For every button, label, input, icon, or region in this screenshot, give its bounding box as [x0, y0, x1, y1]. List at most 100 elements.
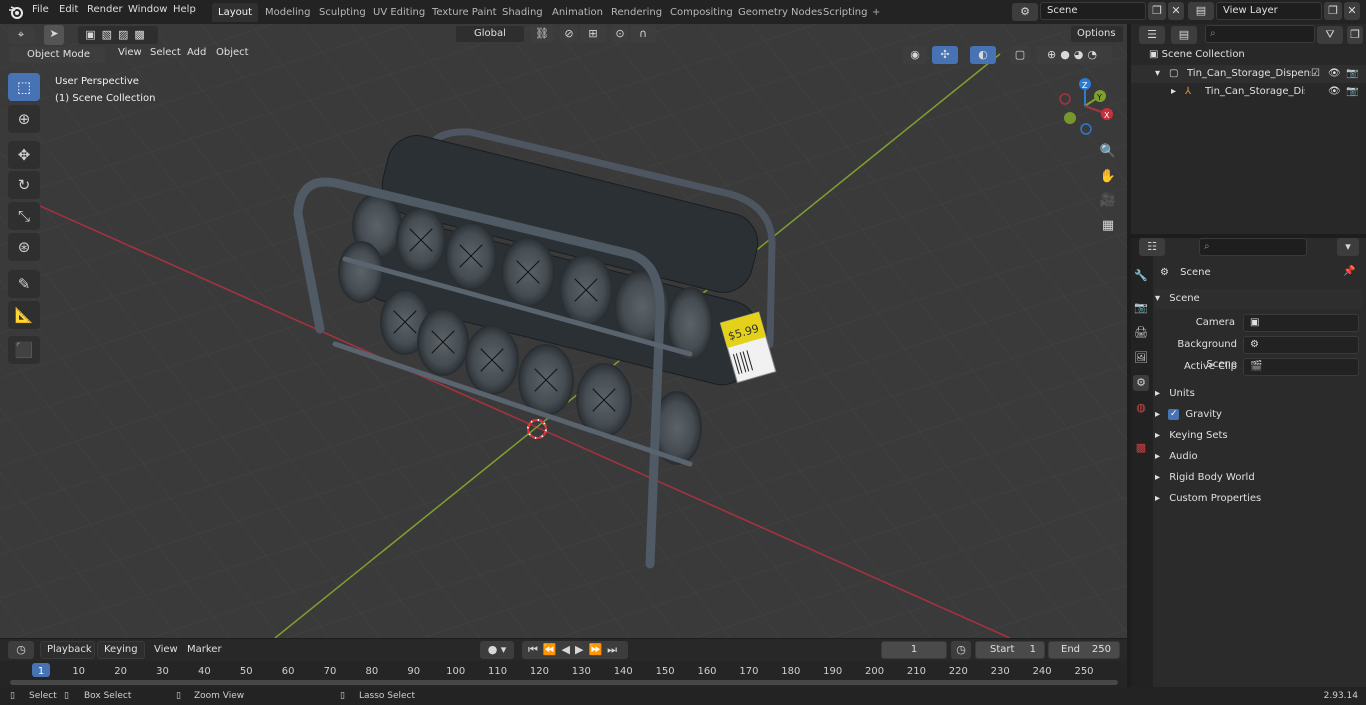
view-layer-tab-icon[interactable]: 🖼 — [1133, 350, 1149, 366]
properties-editor-icon[interactable]: ☷ — [1139, 238, 1165, 256]
options-dropdown[interactable]: Options — [1070, 25, 1124, 43]
proportional-edit-icon[interactable]: ⊙ — [612, 25, 628, 43]
blender-logo-icon[interactable] — [8, 4, 24, 20]
tool-cursor-icon[interactable]: ⊕ — [8, 105, 40, 133]
zoom-view-icon[interactable]: 🔍 — [1097, 141, 1119, 163]
end-frame-field[interactable]: End 250 — [1048, 641, 1120, 659]
tool-transform-icon[interactable]: ⊛ — [8, 233, 40, 261]
tab-shading[interactable]: Shading — [496, 3, 549, 22]
filter-icon[interactable]: ⛛ — [1317, 26, 1343, 44]
properties-options-icon[interactable]: ▾ — [1337, 238, 1359, 256]
keying-dropdown[interactable]: Keying — [97, 641, 145, 659]
camera-icon[interactable]: 📷 — [1346, 65, 1358, 83]
background-scene-field[interactable]: ⚙ — [1243, 336, 1359, 354]
outliner-row-collection[interactable]: ▾ ▢ Tin_Can_Storage_Dispenser_v ☑ 👁 📷 — [1131, 65, 1366, 83]
playback-controls[interactable]: ⏮⏪◀▶⏩⏭ — [522, 641, 628, 659]
texture-tab-icon[interactable]: ▩ — [1133, 440, 1149, 456]
scene-section-header[interactable]: ▾ Scene — [1155, 289, 1362, 309]
audio-panel-header[interactable]: ▸ Audio — [1155, 447, 1362, 467]
xray-toggle-icon[interactable]: ▢ — [1010, 46, 1030, 64]
menu-render[interactable]: Render — [87, 4, 123, 15]
record-icon[interactable]: ● ▾ — [480, 641, 514, 659]
menu-window[interactable]: Window — [128, 4, 167, 15]
camera-icon[interactable]: 📷 — [1346, 83, 1358, 101]
menu-edit[interactable]: Edit — [59, 4, 78, 15]
tab-sculpting[interactable]: Sculpting — [313, 3, 372, 22]
scene-selector-icon[interactable]: ⚙ — [1012, 3, 1038, 21]
tool-measure-icon[interactable]: 📐 — [8, 301, 40, 329]
selection-mode-icons[interactable]: ▣▧▨▩ — [78, 26, 158, 44]
expand-chevron-icon[interactable]: ▸ — [1171, 83, 1176, 101]
camera-view-icon[interactable]: 🎥 — [1097, 190, 1119, 212]
timeline-menu-view[interactable]: View — [154, 644, 178, 655]
tool-add-cube-icon[interactable]: ⬛ — [8, 336, 40, 364]
tab-geometry-nodes[interactable]: Geometry Nodes — [732, 3, 828, 22]
add-workspace-button[interactable]: + — [866, 3, 886, 22]
3d-viewport[interactable]: $5.99 Z Y X — [0, 24, 1127, 638]
new-view-layer-icon[interactable]: ❐ — [1324, 2, 1342, 20]
transform-orientation-dropdown[interactable]: Global — [455, 25, 525, 43]
delete-view-layer-icon[interactable]: ✕ — [1344, 2, 1360, 20]
delete-scene-icon[interactable]: ✕ — [1168, 2, 1184, 20]
playback-dropdown[interactable]: Playback — [40, 641, 95, 659]
viewport-menu-add[interactable]: Add — [187, 47, 206, 58]
tab-scripting[interactable]: Scripting — [817, 3, 873, 22]
tab-texture-paint[interactable]: Texture Paint — [426, 3, 503, 22]
scene-tab-icon[interactable]: ⚙ — [1133, 375, 1149, 391]
menu-help[interactable]: Help — [173, 4, 196, 15]
viewport-menu-view[interactable]: View — [118, 47, 142, 58]
tab-modeling[interactable]: Modeling — [259, 3, 317, 22]
pan-view-icon[interactable]: ✋ — [1097, 166, 1119, 188]
rigid-body-panel-header[interactable]: ▸ Rigid Body World — [1155, 468, 1362, 488]
keying-sets-panel-header[interactable]: ▸ Keying Sets — [1155, 426, 1362, 446]
tab-rendering[interactable]: Rendering — [605, 3, 668, 22]
navigation-gizmo[interactable]: Z Y X — [1055, 76, 1115, 136]
object-mode-dropdown[interactable]: Object Mode — [8, 46, 106, 64]
world-tab-icon[interactable]: ◍ — [1133, 400, 1149, 416]
eye-icon[interactable]: 👁 — [1328, 65, 1341, 83]
active-clip-field[interactable]: 🎬 — [1243, 358, 1359, 376]
new-collection-icon[interactable]: ❐ — [1347, 26, 1363, 44]
properties-search-input[interactable]: ⌕ — [1199, 238, 1307, 256]
outliner-row-object[interactable]: ▸ ⅄ Tin_Can_Storage_Dispen 👁 📷 — [1131, 83, 1366, 101]
display-mode-icon[interactable]: ▤ — [1171, 26, 1197, 44]
start-frame-field[interactable]: Start 1 — [975, 641, 1045, 659]
overlay-toggle-icon[interactable]: ◐ — [970, 46, 996, 64]
viewport-menu-select[interactable]: Select — [150, 47, 181, 58]
pivot-point-icon[interactable]: ⛓ — [530, 25, 554, 43]
pin-icon[interactable]: 📌 — [1343, 266, 1355, 277]
gravity-checkbox[interactable]: ✓ — [1168, 408, 1180, 420]
snap-icon[interactable]: ⊘ — [560, 25, 578, 43]
custom-properties-panel-header[interactable]: ▸ Custom Properties — [1155, 489, 1362, 509]
checkbox-icon[interactable]: ☑ — [1311, 65, 1320, 83]
outliner-editor-icon[interactable]: ☰ — [1139, 26, 1165, 44]
current-frame-field[interactable]: 1 — [881, 641, 947, 659]
expand-chevron-icon[interactable]: ▾ — [1155, 65, 1160, 83]
tab-uv-editing[interactable]: UV Editing — [367, 3, 431, 22]
scene-name-field[interactable]: Scene — [1040, 2, 1146, 20]
tool-move-icon[interactable]: ✥ — [8, 141, 40, 169]
visibility-icon[interactable]: ◉ — [903, 46, 927, 64]
camera-field[interactable]: ▣ — [1243, 314, 1359, 332]
units-panel-header[interactable]: ▸ Units — [1155, 384, 1362, 404]
tab-animation[interactable]: Animation — [546, 3, 609, 22]
falloff-icon[interactable]: ∩ — [630, 25, 656, 43]
menu-file[interactable]: File — [32, 4, 49, 15]
tool-rotate-icon[interactable]: ↻ — [8, 171, 40, 199]
ortho-toggle-icon[interactable]: ▦ — [1097, 215, 1119, 237]
viewport-menu-object[interactable]: Object — [216, 47, 249, 58]
select-mode-icon[interactable]: ➤ — [44, 25, 64, 45]
tab-layout[interactable]: Layout — [212, 3, 258, 22]
view-layer-field[interactable]: View Layer — [1216, 2, 1322, 20]
timeline-menu-marker[interactable]: Marker — [187, 644, 222, 655]
gravity-panel-header[interactable]: ▸ ✓ Gravity — [1155, 405, 1362, 425]
new-scene-icon[interactable]: ❐ — [1148, 2, 1166, 20]
outliner-search-input[interactable]: ⌕ — [1205, 25, 1315, 43]
timeline-editor-icon[interactable]: ◷ — [8, 641, 34, 659]
editor-type-icon[interactable]: ⌖ — [8, 26, 34, 44]
outliner-root[interactable]: ▣ Scene Collection — [1149, 48, 1245, 62]
tool-scale-icon[interactable]: ⤡ — [8, 202, 40, 230]
eye-icon[interactable]: 👁 — [1328, 83, 1341, 101]
timeline-scrollbar[interactable] — [10, 680, 1118, 685]
tool-annotate-icon[interactable]: ✎ — [8, 270, 40, 298]
